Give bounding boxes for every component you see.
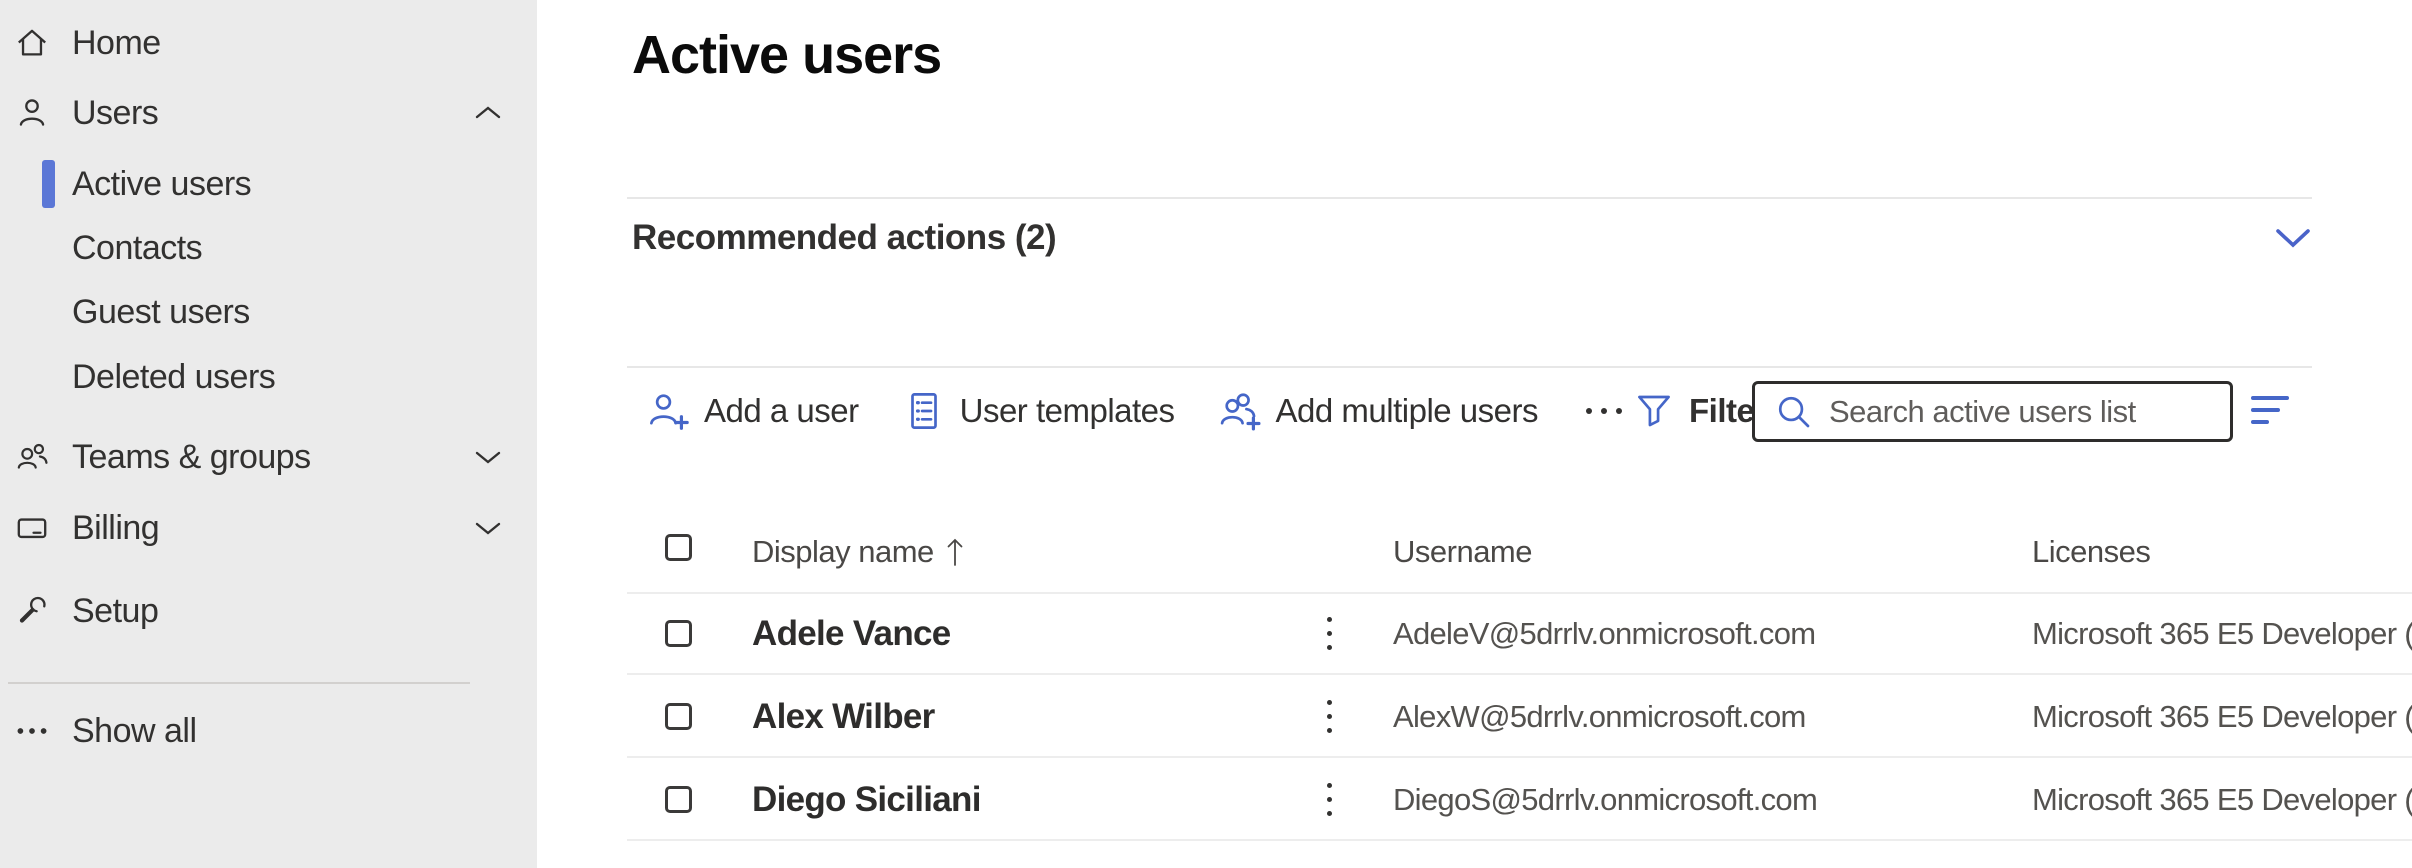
column-header-licenses[interactable]: Licenses — [2032, 512, 2150, 592]
sidebar-item-label: Billing — [72, 509, 159, 548]
user-templates-button[interactable]: User templates — [901, 388, 1175, 434]
column-header-label: Display name — [752, 512, 934, 592]
sidebar-item-label: Guest users — [72, 293, 250, 332]
row-more-icon[interactable] — [1309, 675, 1349, 758]
row-checkbox[interactable] — [665, 786, 692, 813]
table-row[interactable]: Alex Wilber AlexW@5drrlv.onmicrosoft.com… — [537, 675, 2412, 758]
select-all-checkbox[interactable] — [665, 534, 692, 561]
row-more-icon[interactable] — [1309, 592, 1349, 675]
column-header-username[interactable]: Username — [1393, 512, 1532, 592]
sidebar: Home Users Active users Contacts Guest u… — [0, 0, 537, 868]
cell-display-name[interactable]: Adele Vance — [752, 592, 951, 675]
cell-display-name[interactable]: Diego Siciliani — [752, 758, 981, 841]
sidebar-item-label: Active users — [72, 165, 251, 204]
sidebar-item-label: Setup — [72, 592, 158, 631]
chevron-down-icon[interactable] — [473, 447, 503, 467]
sidebar-item-label: Users — [72, 94, 158, 133]
table-header: Display name Username Licenses — [537, 512, 2412, 592]
sidebar-item-teams-groups[interactable]: Teams & groups — [0, 422, 537, 492]
search-icon — [1773, 391, 1815, 433]
sidebar-item-home[interactable]: Home — [0, 8, 537, 78]
add-multiple-users-icon — [1217, 388, 1263, 434]
sort-lines-icon[interactable] — [2251, 396, 2295, 430]
sidebar-item-active-users[interactable]: Active users — [0, 152, 537, 216]
cell-username: DiegoS@5drrlv.onmicrosoft.com — [1393, 758, 1817, 841]
sidebar-item-label: Teams & groups — [72, 438, 311, 477]
toolbar-button-label: Add multiple users — [1276, 392, 1538, 430]
table-row[interactable]: Adele Vance AdeleV@5drrlv.onmicrosoft.co… — [537, 592, 2412, 675]
sidebar-item-deleted-users[interactable]: Deleted users — [0, 345, 537, 409]
people-icon — [12, 438, 52, 476]
row-checkbox[interactable] — [665, 620, 692, 647]
ellipsis-icon — [12, 712, 52, 750]
sidebar-item-billing[interactable]: Billing — [0, 493, 537, 563]
toolbar-button-label: User templates — [960, 392, 1175, 430]
cell-licenses: Microsoft 365 E5 Developer (withou — [2032, 675, 2412, 758]
table-row[interactable]: Diego Siciliani DiegoS@5drrlv.onmicrosof… — [537, 758, 2412, 841]
home-icon — [12, 24, 52, 62]
filter-button[interactable]: Filter — [1633, 380, 1767, 442]
cell-licenses: Microsoft 365 E5 Developer (withou — [2032, 592, 2412, 675]
credit-card-icon — [12, 509, 52, 547]
sidebar-item-label: Show all — [72, 712, 197, 751]
search-input[interactable] — [1829, 384, 2230, 439]
sidebar-item-label: Deleted users — [72, 358, 275, 397]
cell-username: AdeleV@5drrlv.onmicrosoft.com — [1393, 592, 1815, 675]
add-user-button[interactable]: Add a user — [645, 388, 859, 434]
chevron-down-icon[interactable] — [2269, 218, 2317, 258]
recommended-actions-header[interactable]: Recommended actions (2) — [632, 218, 1056, 258]
wrench-icon — [12, 592, 52, 630]
column-header-display-name[interactable]: Display name — [752, 512, 966, 592]
selected-indicator — [42, 160, 55, 208]
toolbar-button-label: Add a user — [704, 392, 859, 430]
more-icon[interactable] — [1580, 408, 1628, 414]
cell-licenses: Microsoft 365 E5 Developer (withou — [2032, 758, 2412, 841]
divider — [627, 197, 2312, 199]
sidebar-item-contacts[interactable]: Contacts — [0, 216, 537, 280]
cell-display-name[interactable]: Alex Wilber — [752, 675, 935, 758]
sidebar-item-users[interactable]: Users — [0, 78, 537, 148]
chevron-up-icon[interactable] — [473, 103, 503, 123]
add-user-icon — [645, 388, 691, 434]
row-more-icon[interactable] — [1309, 758, 1349, 841]
sidebar-item-label: Home — [72, 24, 161, 63]
app-window: Home Users Active users Contacts Guest u… — [0, 0, 2412, 868]
filter-icon — [1633, 390, 1675, 432]
sidebar-item-show-all[interactable]: Show all — [0, 696, 537, 766]
toolbar: Add a user User templates Add multiple u… — [645, 380, 1628, 442]
search-box — [1752, 381, 2233, 442]
user-icon — [12, 94, 52, 132]
main-content: Active users Recommended actions (2) Add… — [537, 0, 2412, 868]
sort-ascending-icon — [944, 534, 966, 570]
chevron-down-icon[interactable] — [473, 518, 503, 538]
divider — [627, 366, 2312, 368]
sidebar-item-guest-users[interactable]: Guest users — [0, 280, 537, 345]
user-templates-icon — [901, 388, 947, 434]
row-checkbox[interactable] — [665, 703, 692, 730]
page-title: Active users — [632, 24, 941, 86]
cell-username: AlexW@5drrlv.onmicrosoft.com — [1393, 675, 1806, 758]
sidebar-divider — [8, 682, 470, 684]
sidebar-item-setup[interactable]: Setup — [0, 576, 537, 646]
sidebar-item-label: Contacts — [72, 229, 202, 268]
add-multiple-users-button[interactable]: Add multiple users — [1217, 388, 1538, 434]
